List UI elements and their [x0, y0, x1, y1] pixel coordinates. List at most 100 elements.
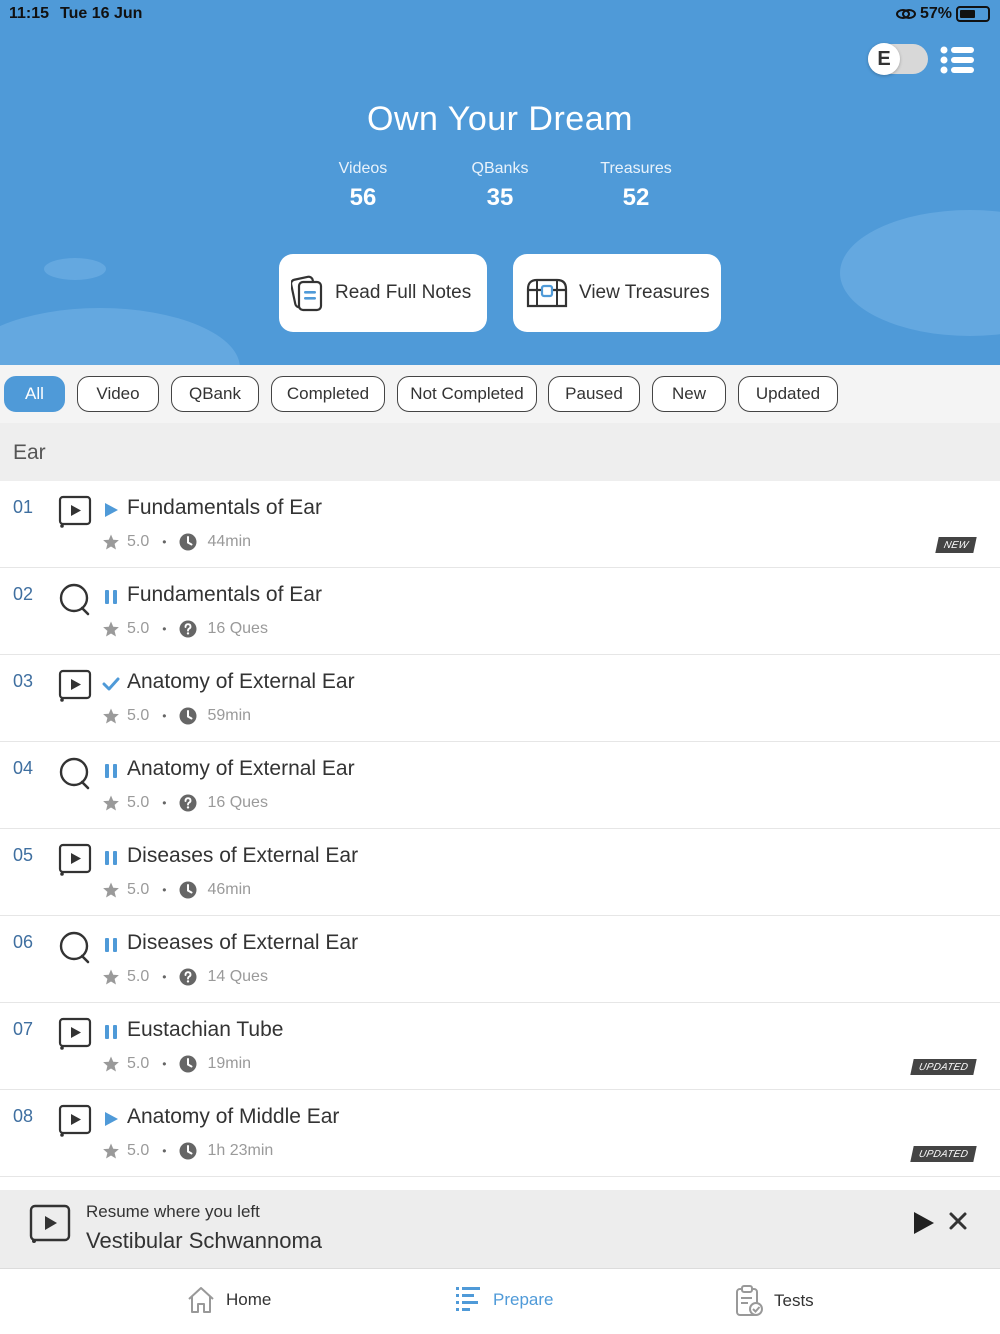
list-item[interactable]: 05 Diseases of External Ear 5.0 • 46min [0, 829, 1000, 916]
pause-status [102, 588, 120, 606]
read-full-notes-button[interactable]: Read Full Notes [279, 254, 487, 332]
filter-paused[interactable]: Paused [548, 376, 640, 412]
video-type-icon [58, 495, 92, 529]
status-right: 57% [895, 5, 990, 23]
filter-video[interactable]: Video [77, 376, 159, 412]
notes-icon [291, 275, 323, 312]
list-item[interactable]: 01 Fundamentals of Ear 5.0 • 44min NEW [0, 481, 1000, 568]
video-type-icon [58, 1104, 92, 1138]
separator-dot: • [162, 883, 167, 897]
prepare-icon [456, 1287, 480, 1311]
tab-home[interactable]: Home [186, 1285, 271, 1315]
qbank-icon [59, 931, 90, 964]
filter-qbank[interactable]: QBank [171, 376, 259, 412]
filter-all[interactable]: All [4, 376, 65, 412]
pause-status-icon [105, 590, 117, 604]
view-treasures-button[interactable]: View Treasures [513, 254, 721, 332]
lesson-list: 01 Fundamentals of Ear 5.0 • 44min NEW 02 Funda… [0, 481, 1000, 1177]
list-item[interactable]: 04 Anatomy of External Ear 5.0 • 16 Ques [0, 742, 1000, 829]
play-icon[interactable] [912, 1210, 936, 1236]
close-icon[interactable] [948, 1211, 968, 1231]
pause-status-icon [105, 851, 117, 865]
filter-bar: All Video QBank Completed Not Completed … [0, 365, 1000, 423]
star-icon [103, 708, 119, 724]
decor-blob [44, 258, 106, 280]
clock-icon [179, 1055, 197, 1073]
item-title: Anatomy of Middle Ear [127, 1105, 340, 1128]
item-duration: 44min [207, 533, 252, 550]
tab-prepare[interactable]: Prepare [455, 1285, 553, 1315]
item-title: Diseases of External Ear [127, 844, 359, 867]
decor-blob [840, 210, 1000, 336]
item-duration: 1h 23min [207, 1142, 274, 1159]
battery-icon [956, 6, 990, 22]
separator-dot: • [162, 970, 167, 984]
item-number: 02 [13, 584, 34, 604]
video-type-icon [58, 669, 92, 703]
filter-not-completed[interactable]: Not Completed [397, 376, 537, 412]
clock-icon [179, 707, 197, 725]
list-item[interactable]: 02 Fundamentals of Ear 5.0 • 16 Ques [0, 568, 1000, 655]
item-title: Diseases of External Ear [127, 931, 359, 954]
star-icon [103, 969, 119, 985]
item-duration: 19min [207, 1055, 252, 1072]
view-treasures-label: View Treasures [579, 282, 710, 303]
separator-dot: • [162, 535, 167, 549]
pause-status [102, 1023, 120, 1041]
stat-label: Videos [338, 160, 388, 177]
status-time: 11:15 [9, 5, 50, 22]
item-meta: 5.0 • 59min [102, 707, 251, 725]
question-icon [179, 620, 197, 638]
language-toggle[interactable]: E [868, 43, 928, 75]
decor-blob [0, 308, 240, 365]
status-bar: 11:15 Tue 16 Jun 57% [0, 0, 1000, 28]
item-duration: 16 Ques [207, 794, 268, 811]
item-duration: 14 Ques [207, 968, 268, 985]
item-meta: 5.0 • 46min [102, 881, 251, 899]
clock-icon [179, 881, 197, 899]
list-item[interactable]: 06 Diseases of External Ear 5.0 • 14 Ques [0, 916, 1000, 1003]
item-rating: 5.0 [127, 533, 150, 550]
list-item[interactable]: 03 Anatomy of External Ear 5.0 • 59min [0, 655, 1000, 742]
page-title: Own Your Dream [367, 100, 633, 138]
play-status [102, 1110, 120, 1128]
pause-status [102, 762, 120, 780]
item-rating: 5.0 [127, 881, 150, 898]
qbank-icon [59, 757, 90, 790]
item-title: Fundamentals of Ear [127, 583, 322, 606]
pause-status [102, 849, 120, 867]
video-type-icon [58, 1017, 92, 1051]
clock-icon [179, 533, 197, 551]
question-icon [179, 794, 197, 812]
tab-home-label: Home [226, 1290, 272, 1309]
check-status-icon [102, 677, 120, 691]
item-number: 05 [13, 845, 34, 865]
star-icon [103, 1143, 119, 1159]
separator-dot: • [162, 1057, 167, 1071]
stat-treasures: Treasures 52 [566, 160, 706, 212]
star-icon [103, 621, 119, 637]
item-badge: NEW [935, 537, 977, 553]
tab-tests[interactable]: Tests [734, 1285, 814, 1317]
qbank-type-icon [58, 582, 92, 616]
video-icon [29, 1204, 71, 1243]
filter-updated[interactable]: Updated [738, 376, 838, 412]
tests-icon [736, 1285, 763, 1316]
item-number: 06 [13, 932, 34, 952]
filter-completed[interactable]: Completed [271, 376, 385, 412]
star-icon [103, 1056, 119, 1072]
item-meta: 5.0 • 16 Ques [102, 620, 268, 638]
list-item[interactable]: 07 Eustachian Tube 5.0 • 19min UPDATED [0, 1003, 1000, 1090]
item-rating: 5.0 [127, 1055, 150, 1072]
filter-new[interactable]: New [652, 376, 726, 412]
star-icon [103, 795, 119, 811]
separator-dot: • [162, 1144, 167, 1158]
item-duration: 46min [207, 881, 252, 898]
pause-status-icon [105, 764, 117, 778]
list-item[interactable]: 08 Anatomy of Middle Ear 5.0 • 1h 23min UPDAT… [0, 1090, 1000, 1177]
item-title: Anatomy of External Ear [127, 757, 355, 780]
item-title: Eustachian Tube [127, 1018, 284, 1041]
menu-list-icon[interactable] [940, 46, 974, 74]
video-icon [58, 1017, 92, 1050]
resume-bar[interactable]: Resume where you left Vestibular Schwann… [0, 1190, 1000, 1268]
